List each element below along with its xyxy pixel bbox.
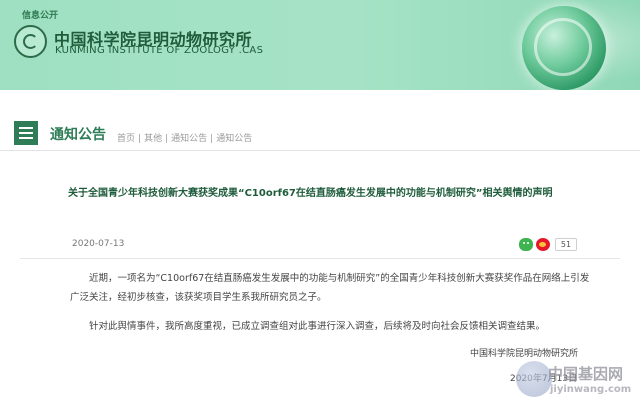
publish-date: 2020-07-13	[72, 239, 125, 249]
site-header: 信息公开 中国科学院昆明动物研究所 KUNMING INSTITUTE OF Z…	[0, 0, 640, 90]
article-paragraph-1: 近期，一项名为“C10orf67在结直肠癌发生发展中的功能与机制研究”的全国青少…	[70, 269, 590, 307]
article-meta: 2020-07-13 51	[20, 238, 620, 253]
breadcrumb-home[interactable]: 首页	[117, 134, 135, 144]
breadcrumb-other[interactable]: 其他	[144, 134, 162, 144]
watermark: 中国基因网 jiyinwang.com	[508, 353, 640, 417]
breadcrumb-notices[interactable]: 通知公告	[171, 134, 207, 144]
article-paragraph-2: 针对此舆情事件，我所高度重视，已成立调查组对此事进行深入调查，后续将及时向社会反…	[70, 317, 590, 336]
article-title: 关于全国青少年科技创新大赛获奖成果“C10orf67在结直肠癌发生发展中的功能与…	[68, 188, 553, 199]
watermark-text: 中国基因网	[548, 365, 624, 383]
section-bar: 通知公告 首页 | 其他 | 通知公告 | 通知公告	[0, 121, 640, 151]
paragraph-2-text: 针对此舆情事件，我所高度重视，已成立调查组对此事进行深入调查，后续将及时向社会反…	[89, 321, 546, 332]
list-icon	[14, 121, 38, 145]
emblem-graphic	[522, 6, 606, 90]
paragraph-1-text: 近期，一项名为“C10orf67在结直肠癌发生发展中的功能与机制研究”的全国青少…	[70, 273, 590, 303]
watermark-url: jiyinwang.com	[550, 384, 632, 395]
section-title: 通知公告	[50, 127, 106, 143]
breadcrumb-current[interactable]: 通知公告	[216, 134, 252, 144]
globe-icon	[516, 361, 552, 397]
breadcrumb: 首页 | 其他 | 通知公告 | 通知公告	[117, 134, 253, 144]
weibo-share-icon[interactable]	[536, 238, 550, 251]
info-disclosure-link[interactable]: 信息公开	[22, 8, 58, 21]
institute-seal-logo[interactable]	[14, 25, 47, 58]
wechat-share-icon[interactable]	[519, 238, 533, 251]
share-count: 51	[555, 238, 577, 251]
divider	[20, 258, 620, 259]
logo-english-name[interactable]: KUNMING INSTITUTE OF ZOOLOGY .CAS	[55, 45, 263, 56]
